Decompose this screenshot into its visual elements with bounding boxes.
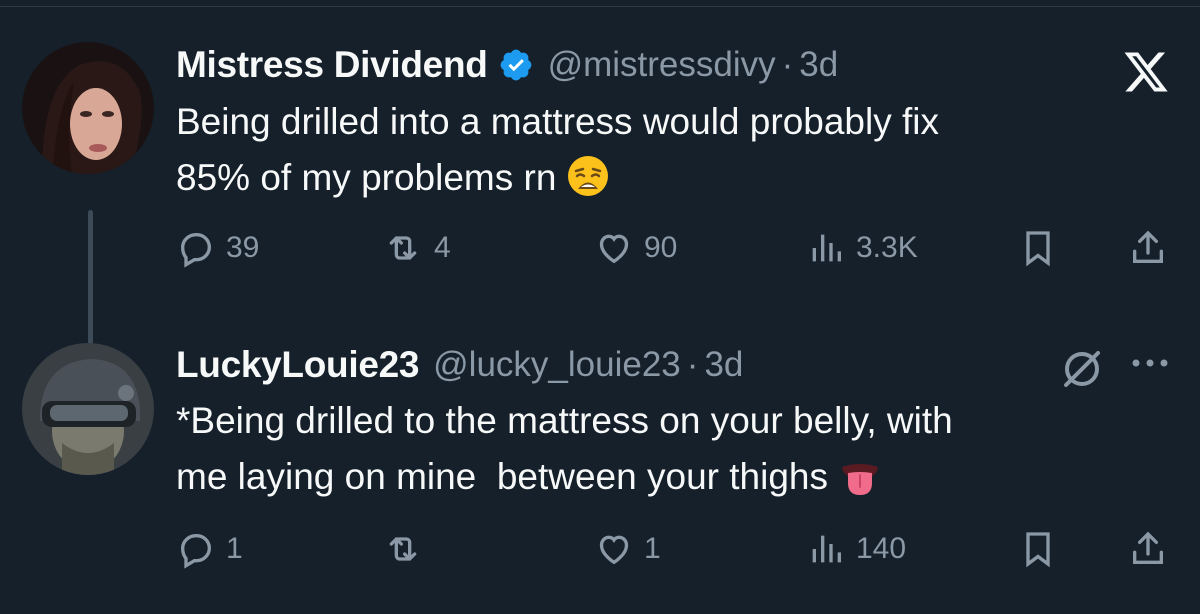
more-icon[interactable] [1126,353,1174,373]
weary-face-emoji-icon [566,154,610,214]
author-name[interactable]: LuckyLouie23 [176,344,419,386]
reply-button[interactable]: 1 [176,527,243,571]
repost-icon [389,537,417,561]
repost-icon [389,236,417,260]
reply-icon [180,534,212,569]
like-icon [599,234,629,264]
share-icon [1133,230,1163,263]
bookmark-button[interactable] [1018,226,1058,270]
views-button[interactable]: 140 [806,527,906,571]
avatar[interactable] [22,42,154,174]
reply-count: 39 [226,231,260,264]
bookmark-icon [1026,532,1050,568]
tongue-emoji-icon [838,453,882,513]
repost-button[interactable]: 4 [382,226,451,270]
author-name[interactable]: Mistress Dividend [176,44,488,86]
tweet-actions: 1 1 140 [176,527,1176,571]
author-handle[interactable]: @lucky_louie23 [433,345,681,385]
timestamp[interactable]: 3d [799,45,838,85]
like-button[interactable]: 1 [594,527,661,571]
author-handle[interactable]: @mistressdivy [548,45,776,85]
avatar-image [22,343,154,475]
verified-badge-icon [498,47,534,83]
like-icon [599,535,629,565]
views-count: 140 [856,532,907,565]
reply-count: 1 [226,532,243,565]
tweet-text: Being drilled into a mattress would prob… [176,94,1136,214]
reply-icon [180,233,212,268]
tweet-text-line: Being drilled into a mattress would prob… [176,101,939,142]
views-count: 3.3K [856,231,918,264]
bookmark-icon [1026,231,1050,267]
separator-dot: · [686,345,699,384]
like-count: 1 [644,532,661,565]
bookmark-button[interactable] [1018,527,1058,571]
tweet-text: *Being drilled to the mattress on your b… [176,393,1136,513]
share-button[interactable] [1128,226,1168,270]
tweet-text-line: 85% of my problems rn [176,157,557,198]
tweet-reply[interactable]: LuckyLouie23 @lucky_louie23 · 3d *Being … [0,335,1200,614]
avatar-image [22,42,154,174]
tweet-text-line: me laying on mine between your thighs [176,456,828,497]
repost-button[interactable] [382,527,434,571]
tweet-text-line-with-emoji: 85% of my problems rn [176,150,1136,214]
share-button[interactable] [1128,527,1168,571]
repost-count: 4 [434,231,451,264]
tweet-main[interactable]: Mistress Dividend @mistressdivy · 3d Bei… [0,30,1200,358]
tweet-header: LuckyLouie23 @lucky_louie23 · 3d [176,338,743,392]
tweet-text-line-with-emoji: me laying on mine between your thighs [176,449,1136,513]
views-icon [812,234,841,262]
views-button[interactable]: 3.3K [806,226,918,270]
views-icon [812,535,841,563]
tweet-actions: 39 4 90 3.3K [176,226,1176,270]
like-button[interactable]: 90 [594,226,677,270]
avatar[interactable] [22,343,154,475]
grok-icon[interactable] [1058,345,1106,393]
reply-button[interactable]: 39 [176,226,259,270]
tweet-header: Mistress Dividend @mistressdivy · 3d [176,38,838,92]
separator-dot: · [781,45,794,84]
top-divider [0,6,1200,7]
like-count: 90 [644,231,678,264]
tweet-text-line: *Being drilled to the mattress on your b… [176,400,953,441]
x-logo-icon [1124,52,1168,92]
share-icon [1133,531,1163,564]
timestamp[interactable]: 3d [704,345,743,385]
